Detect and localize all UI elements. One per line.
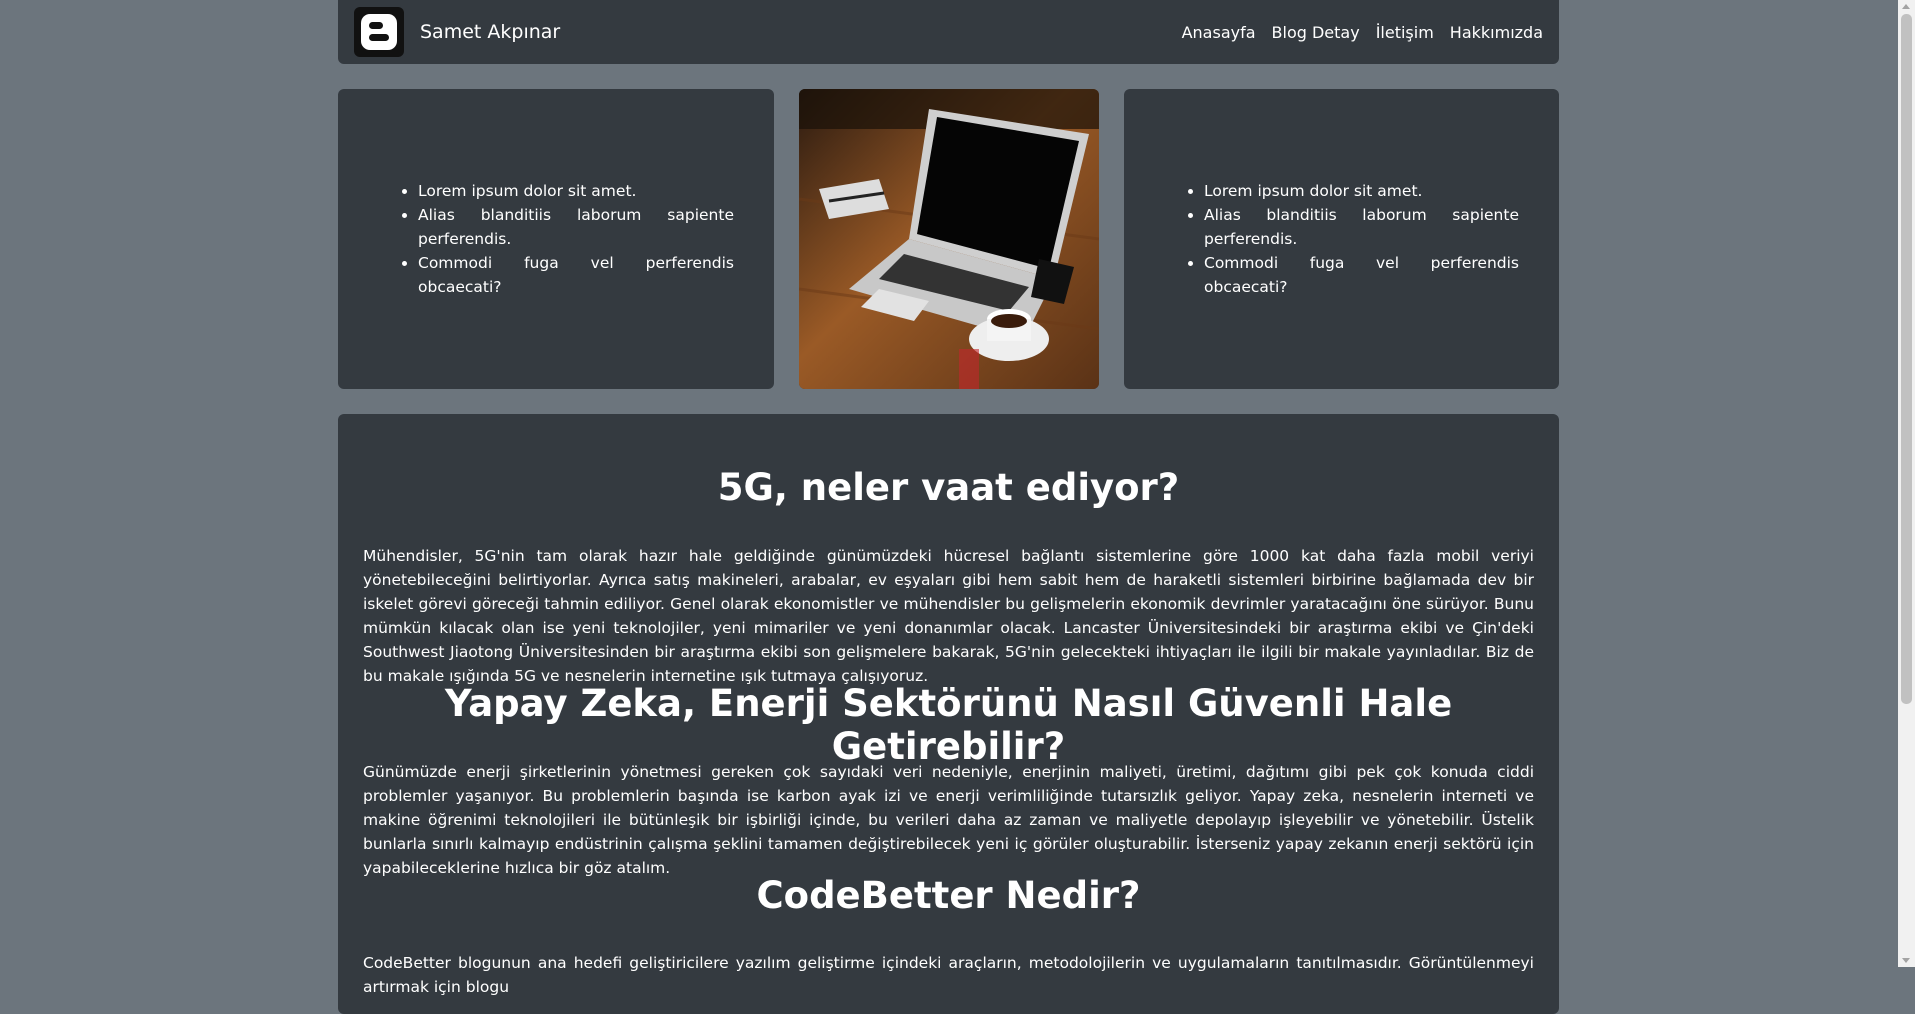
right-card: Lorem ipsum dolor sit amet. Alias blandi… xyxy=(1124,89,1559,389)
list-item: Lorem ipsum dolor sit amet. xyxy=(418,179,734,203)
brand-name[interactable]: Samet Akpınar xyxy=(420,21,1182,43)
right-card-list: Lorem ipsum dolor sit amet. Alias blandi… xyxy=(1164,179,1519,299)
navbar: Samet Akpınar Anasayfa Blog Detay İletiş… xyxy=(338,0,1559,64)
nav-links: Anasayfa Blog Detay İletişim Hakkımızda xyxy=(1182,23,1543,42)
list-item: Alias blanditiis laborum sapiente perfer… xyxy=(1204,203,1519,251)
scroll-down-icon[interactable] xyxy=(1902,958,1910,963)
list-item: Commodi fuga vel perferendis obcaecati? xyxy=(1204,251,1519,299)
article-body-5g: Mühendisler, 5G'nin tam olarak hazır hal… xyxy=(363,547,1534,685)
scroll-up-icon[interactable] xyxy=(1902,4,1910,9)
article-title-ai-energy: Yapay Zeka, Enerji Sektörünü Nasıl Güven… xyxy=(444,682,1453,768)
nav-contact[interactable]: İletişim xyxy=(1376,23,1434,42)
feature-cards: Lorem ipsum dolor sit amet. Alias blandi… xyxy=(338,89,1559,389)
nav-home[interactable]: Anasayfa xyxy=(1182,23,1256,42)
vertical-scrollbar[interactable] xyxy=(1898,0,1915,967)
article-section: 5G, neler vaat ediyor? Mühendisler, 5G'n… xyxy=(338,414,1559,1014)
list-item: Commodi fuga vel perferendis obcaecati? xyxy=(418,251,734,299)
list-item: Lorem ipsum dolor sit amet. xyxy=(1204,179,1519,203)
left-card: Lorem ipsum dolor sit amet. Alias blandi… xyxy=(338,89,774,389)
article-body-codebetter: CodeBetter blogunun ana hedefi geliştiri… xyxy=(363,954,1534,996)
article-title-5g: 5G, neler vaat ediyor? xyxy=(717,466,1180,509)
blogger-logo-icon[interactable] xyxy=(354,7,404,57)
scrollbar-thumb[interactable] xyxy=(1901,14,1912,704)
article-body-ai-energy: Günümüzde enerji şirketlerinin yönetmesi… xyxy=(363,763,1534,877)
nav-about[interactable]: Hakkımızda xyxy=(1450,23,1543,42)
list-item: Alias blanditiis laborum sapiente perfer… xyxy=(418,203,734,251)
left-card-list: Lorem ipsum dolor sit amet. Alias blandi… xyxy=(378,179,734,299)
article-title-codebetter: CodeBetter Nedir? xyxy=(756,874,1141,917)
laptop-image xyxy=(799,89,1099,389)
nav-blog-detail[interactable]: Blog Detay xyxy=(1272,23,1360,42)
page-container: Samet Akpınar Anasayfa Blog Detay İletiş… xyxy=(338,0,1559,1014)
